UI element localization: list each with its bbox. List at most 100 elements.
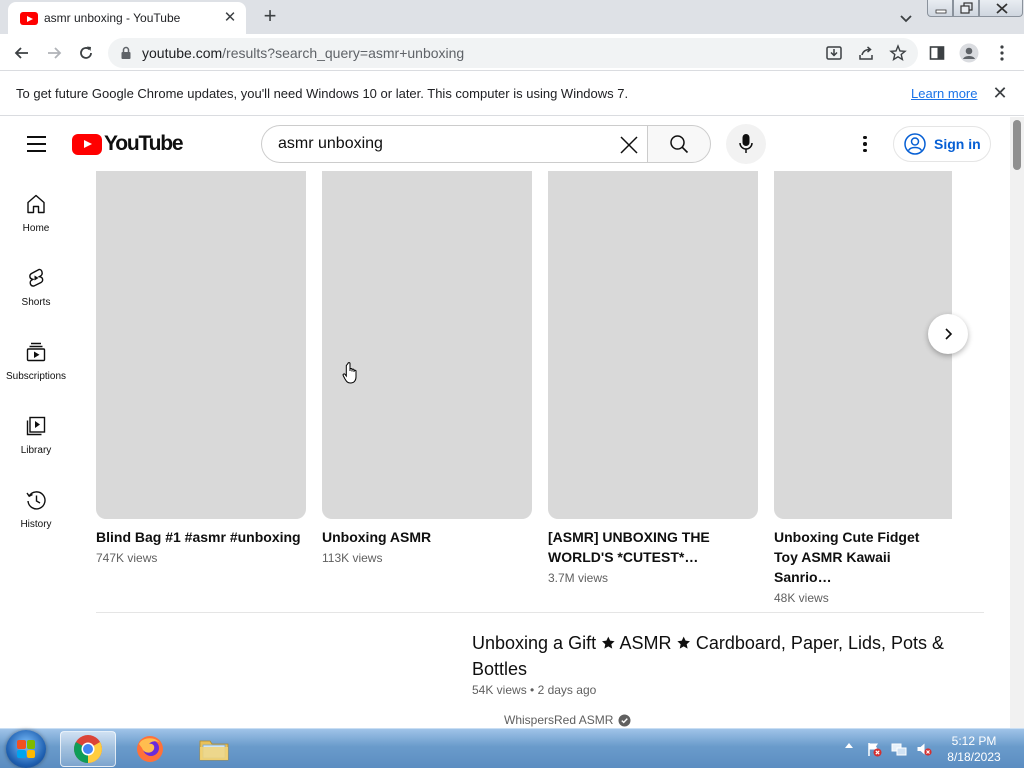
- section-divider: [96, 612, 984, 613]
- shorts-icon: [29, 268, 44, 287]
- guide-item-subscriptions[interactable]: Subscriptions: [0, 341, 72, 415]
- guide-item-shorts[interactable]: Shorts: [0, 267, 72, 341]
- browser-toolbar: youtube.com/results?search_query=asmr+un…: [0, 34, 1024, 71]
- address-bar[interactable]: youtube.com/results?search_query=asmr+un…: [108, 38, 918, 68]
- guide-label: Shorts: [21, 297, 51, 308]
- short-views: 747K views: [96, 551, 158, 565]
- taskbar-clock[interactable]: 5:12 PM 8/18/2023: [940, 733, 1008, 765]
- settings-menu-icon[interactable]: [855, 133, 875, 155]
- guide-item-library[interactable]: Library: [0, 415, 72, 489]
- guide-item-history[interactable]: History: [0, 489, 72, 563]
- short-views: 3.7M views: [548, 571, 609, 585]
- back-arrow-icon[interactable]: [9, 40, 35, 66]
- side-panel-icon[interactable]: [924, 40, 950, 66]
- guide-item-home[interactable]: Home: [0, 193, 72, 267]
- browser-tab[interactable]: asmr unboxing - YouTube ✕: [8, 2, 246, 34]
- video-views: 54K views: [472, 683, 527, 697]
- youtube-masthead: YouTube asmr unboxing Sign in: [0, 117, 1010, 171]
- windows-taskbar: 5:12 PM 8/18/2023: [0, 728, 1024, 768]
- infobar-message: To get future Google Chrome updates, you…: [16, 86, 629, 101]
- folder-icon: [199, 740, 229, 761]
- short-thumbnail[interactable]: [96, 171, 306, 519]
- infobar-close-icon[interactable]: ✕: [990, 83, 1010, 103]
- clock-date: 8/18/2023: [947, 750, 1001, 764]
- shelf-next-button[interactable]: [928, 314, 968, 354]
- share-icon[interactable]: [853, 40, 879, 66]
- video-channel[interactable]: WhispersRed ASMR: [504, 713, 631, 727]
- profile-avatar-icon[interactable]: [956, 40, 982, 66]
- new-tab-button[interactable]: +: [258, 5, 282, 29]
- short-thumbnail[interactable]: [548, 171, 758, 519]
- tab-close-icon[interactable]: ✕: [220, 8, 240, 28]
- windows-logo-icon: [17, 740, 35, 758]
- short-thumbnail[interactable]: [774, 171, 952, 519]
- search-input[interactable]: asmr unboxing: [261, 125, 648, 163]
- guide-sidebar: Home Shorts Subscriptions Library Histor…: [0, 171, 72, 728]
- start-button[interactable]: [6, 730, 46, 768]
- show-hidden-icons-arrow-icon[interactable]: [845, 743, 853, 748]
- scrollbar-thumb[interactable]: [1013, 120, 1021, 170]
- guide-menu-icon[interactable]: [22, 131, 50, 157]
- restore-button[interactable]: [953, 0, 979, 17]
- short-views: 48K views: [774, 591, 829, 605]
- short-views: 113K views: [322, 551, 383, 565]
- taskbar-chrome[interactable]: [60, 731, 116, 767]
- guide-label: History: [20, 519, 52, 530]
- history-icon: [26, 491, 46, 510]
- page-scrollbar[interactable]: [1010, 117, 1024, 728]
- volume-muted-icon[interactable]: [916, 741, 932, 757]
- url-text: youtube.com/results?search_query=asmr+un…: [142, 45, 465, 61]
- action-center-flag-icon[interactable]: [866, 741, 882, 757]
- bookmark-star-icon[interactable]: [885, 40, 911, 66]
- network-icon[interactable]: [891, 741, 907, 757]
- lock-icon[interactable]: [120, 46, 132, 65]
- short-title[interactable]: Unboxing ASMR: [322, 527, 532, 547]
- clock-time: 5:12 PM: [951, 734, 997, 748]
- taskbar-file-explorer[interactable]: [186, 731, 242, 767]
- microphone-icon: [739, 134, 753, 153]
- tab-search-chevron-icon[interactable]: [896, 8, 916, 28]
- voice-search-button[interactable]: [726, 124, 766, 164]
- update-infobar: To get future Google Chrome updates, you…: [0, 71, 1024, 116]
- video-title[interactable]: Unboxing a Gift 🟊 ASMR 🟊 Cardboard, Pape…: [472, 630, 962, 682]
- reload-icon[interactable]: [73, 40, 99, 66]
- subscriptions-icon: [26, 342, 46, 362]
- short-thumbnail[interactable]: [322, 171, 532, 519]
- forward-arrow-icon[interactable]: [41, 40, 67, 66]
- learn-more-link[interactable]: Learn more: [911, 86, 977, 101]
- window-close-button[interactable]: [979, 0, 1023, 17]
- short-card[interactable]: [ASMR] UNBOXING THE WORLD'S *CUTEST*… 3.…: [548, 171, 758, 585]
- short-title[interactable]: [ASMR] UNBOXING THE WORLD'S *CUTEST*…: [548, 527, 758, 567]
- clear-search-icon[interactable]: [619, 135, 639, 160]
- firefox-icon: [137, 736, 163, 762]
- youtube-favicon-icon: [20, 12, 38, 25]
- youtube-logo-icon: [72, 133, 102, 155]
- short-title[interactable]: Unboxing Cute Fidget Toy ASMR Kawaii San…: [774, 527, 944, 587]
- sign-in-label: Sign in: [934, 136, 981, 152]
- guide-label: Home: [22, 223, 50, 234]
- youtube-logo[interactable]: YouTube: [72, 132, 184, 156]
- chrome-menu-icon[interactable]: [989, 40, 1015, 66]
- taskbar-firefox[interactable]: [122, 731, 178, 767]
- short-card[interactable]: Blind Bag #1 #asmr #unboxing 747K views: [96, 171, 306, 565]
- search-query-text: asmr unboxing: [278, 135, 383, 152]
- window-controls: [927, 0, 1023, 18]
- search-results: Blind Bag #1 #asmr #unboxing 747K views …: [72, 171, 1010, 728]
- short-card[interactable]: Unboxing Cute Fidget Toy ASMR Kawaii San…: [774, 171, 952, 605]
- channel-name[interactable]: WhispersRed ASMR: [504, 713, 613, 727]
- chevron-right-icon: [945, 328, 953, 340]
- video-age: 2 days ago: [537, 683, 597, 697]
- install-download-icon[interactable]: [821, 40, 847, 66]
- sign-in-button[interactable]: Sign in: [893, 126, 991, 162]
- account-icon: [904, 133, 926, 155]
- home-icon: [27, 194, 45, 214]
- verified-badge-icon: [618, 714, 631, 726]
- chrome-icon: [74, 735, 102, 763]
- tab-title: asmr unboxing - YouTube: [44, 11, 181, 25]
- search-button[interactable]: [647, 125, 711, 163]
- youtube-logo-text: YouTube: [104, 132, 184, 155]
- minimize-button[interactable]: [927, 0, 953, 17]
- search-icon: [670, 135, 689, 154]
- short-title[interactable]: Blind Bag #1 #asmr #unboxing: [96, 527, 306, 547]
- video-metadata: 54K views • 2 days ago: [472, 683, 597, 697]
